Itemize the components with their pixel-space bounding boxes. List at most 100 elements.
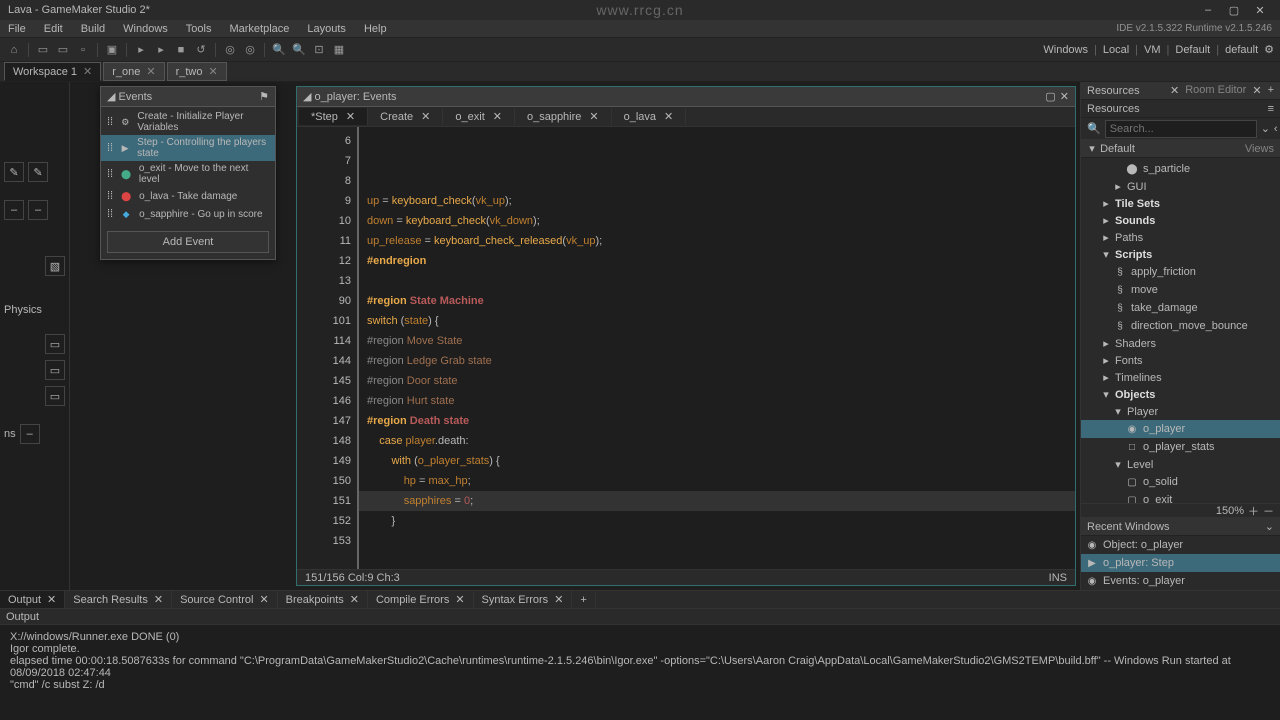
home-icon[interactable]: ⌂ (6, 42, 22, 58)
target-3[interactable]: Default (1175, 44, 1210, 56)
chevron-icon[interactable]: ▸ (1101, 354, 1111, 367)
maximize-button[interactable]: ▢ (1222, 2, 1246, 18)
tab-close-icon[interactable]: ✕ (664, 110, 673, 123)
recent-item[interactable]: ◉Object: o_player (1081, 536, 1280, 554)
tree-node[interactable]: ▾Player (1081, 403, 1280, 420)
tree-node[interactable]: ▢o_exit (1081, 491, 1280, 503)
workspace-tab[interactable]: Workspace 1✕ (4, 62, 101, 81)
room-editor-tab[interactable]: Room Editor (1185, 84, 1246, 97)
tree-node[interactable]: ▾Level (1081, 456, 1280, 473)
menu-help[interactable]: Help (364, 23, 387, 35)
debug-icon[interactable]: ▸ (133, 42, 149, 58)
views-label[interactable]: Views (1245, 143, 1274, 155)
chevron-icon[interactable]: ▾ (1113, 458, 1123, 471)
editor-body[interactable]: 6789101112139010111414414514614714814915… (297, 127, 1075, 569)
code-close-icon[interactable]: ✕ (1060, 90, 1069, 103)
code-tab[interactable]: o_lava✕ (612, 108, 687, 125)
close-button[interactable]: ✕ (1248, 2, 1272, 18)
tab-close-icon[interactable]: ✕ (259, 593, 268, 606)
tab-close-icon[interactable]: ✕ (146, 65, 155, 78)
bottom-tab[interactable]: Compile Errors✕ (368, 591, 474, 608)
events-flag-icon[interactable]: ⚑ (259, 90, 269, 103)
menu-file[interactable]: File (8, 23, 26, 35)
zoomin-icon[interactable]: 🔍 (271, 42, 287, 58)
tree-node[interactable]: ▸Sounds (1081, 212, 1280, 229)
search-input[interactable] (1105, 120, 1257, 138)
tab-close-icon[interactable]: ✕ (83, 65, 92, 78)
target-1[interactable]: Local (1103, 44, 1129, 56)
menu-edit[interactable]: Edit (44, 23, 63, 35)
workspace-tab[interactable]: r_one✕ (103, 62, 164, 81)
room-editor-close-icon[interactable]: ✕ (1252, 84, 1261, 97)
tree-node[interactable]: ▸Shaders (1081, 335, 1280, 352)
grid-icon[interactable]: ▦ (331, 42, 347, 58)
zoomreset-icon[interactable]: ⊡ (311, 42, 327, 58)
chevron-icon[interactable]: ▾ (1113, 405, 1123, 418)
phys3-icon[interactable]: ▭ (45, 386, 65, 406)
open-icon[interactable]: ▭ (55, 42, 71, 58)
chevron-icon[interactable]: ▾ (1101, 248, 1111, 261)
code-max-icon[interactable]: ▢ (1045, 90, 1055, 103)
tree-node[interactable]: §take_damage (1081, 299, 1280, 317)
tree-node[interactable]: ▢o_solid (1081, 473, 1280, 491)
target-icon[interactable]: ◎ (222, 42, 238, 58)
event-item[interactable]: ⁞⁞▶Step - Controlling the players state (101, 135, 275, 161)
brush-icon[interactable]: ✎ (28, 162, 48, 182)
save-icon[interactable]: ▫ (75, 42, 91, 58)
event-item[interactable]: ⁞⁞⬤o_exit - Move to the next level (101, 161, 275, 187)
tab-close-icon[interactable]: ✕ (154, 593, 163, 606)
recent-item[interactable]: ◉Events: o_player (1081, 572, 1280, 590)
code-tab[interactable]: *Step✕ (299, 108, 368, 125)
chevron-icon[interactable]: ▸ (1101, 337, 1111, 350)
tree-node[interactable]: §direction_move_bounce (1081, 317, 1280, 335)
bottom-tab[interactable]: Output✕ (0, 591, 65, 608)
zoomout-icon[interactable]: 🔍 (291, 42, 307, 58)
new-icon[interactable]: ▭ (35, 42, 51, 58)
chevron-icon[interactable]: ▾ (1101, 388, 1111, 401)
code-tab[interactable]: Create✕ (368, 108, 443, 125)
nav-prev-icon[interactable]: ‹ (1274, 123, 1278, 135)
clean-icon[interactable]: ↺ (193, 42, 209, 58)
search-expand-icon[interactable]: ⌄ (1261, 122, 1270, 135)
chevron-icon[interactable]: ▸ (1113, 180, 1123, 193)
minimize-button[interactable]: – (1196, 2, 1220, 18)
bottom-tab[interactable]: Breakpoints✕ (278, 591, 368, 608)
default-label[interactable]: Default (1100, 143, 1135, 155)
config-icon[interactable]: ◎ (242, 42, 258, 58)
recent-item[interactable]: ▶o_player: Step (1081, 554, 1280, 572)
tree-node[interactable]: ▸Timelines (1081, 369, 1280, 386)
event-item[interactable]: ⁞⁞⚙Create - Initialize Player Variables (101, 109, 275, 135)
tab-close-icon[interactable]: ✕ (421, 110, 430, 123)
menu-build[interactable]: Build (81, 23, 105, 35)
check-icon[interactable]: ▧ (45, 256, 65, 276)
target-2[interactable]: VM (1144, 44, 1161, 56)
tree-node[interactable]: ▸Fonts (1081, 352, 1280, 369)
dash-icon[interactable]: – (4, 200, 24, 220)
tree-node[interactable]: ▸Tile Sets (1081, 195, 1280, 212)
tree-node[interactable]: ▸Paths (1081, 229, 1280, 246)
tab-close-icon[interactable]: ✕ (350, 593, 359, 606)
resources-close-icon[interactable]: ✕ (1170, 84, 1179, 97)
dash2-icon[interactable]: – (28, 200, 48, 220)
chevron-icon[interactable]: ▸ (1101, 231, 1111, 244)
tree-node[interactable]: ◉o_player (1081, 420, 1280, 438)
tab-close-icon[interactable]: ✕ (554, 593, 563, 606)
resources-menu-icon[interactable]: ≡ (1268, 103, 1274, 115)
chevron-icon[interactable]: ▸ (1101, 197, 1111, 210)
tree-node[interactable]: ▾Scripts (1081, 246, 1280, 263)
menu-marketplace[interactable]: Marketplace (229, 23, 289, 35)
bottom-tab[interactable]: Syntax Errors✕ (474, 591, 573, 608)
tree-node[interactable]: ▸GUI (1081, 178, 1280, 195)
add-bottom-tab[interactable]: + (572, 592, 595, 608)
build-icon[interactable]: ▣ (104, 42, 120, 58)
run-icon[interactable]: ▸ (153, 42, 169, 58)
target-4[interactable]: default (1225, 44, 1258, 56)
code-tab[interactable]: o_sapphire✕ (515, 108, 612, 125)
tree-node[interactable]: ▾Objects (1081, 386, 1280, 403)
menu-tools[interactable]: Tools (186, 23, 212, 35)
recent-collapse-icon[interactable]: ⌄ (1265, 520, 1274, 533)
tree-node[interactable]: ⬤s_particle (1081, 160, 1280, 178)
add-event-button[interactable]: Add Event (107, 231, 269, 253)
event-item[interactable]: ⁞⁞⬤o_lava - Take damage (101, 187, 275, 205)
tab-close-icon[interactable]: ✕ (208, 65, 217, 78)
